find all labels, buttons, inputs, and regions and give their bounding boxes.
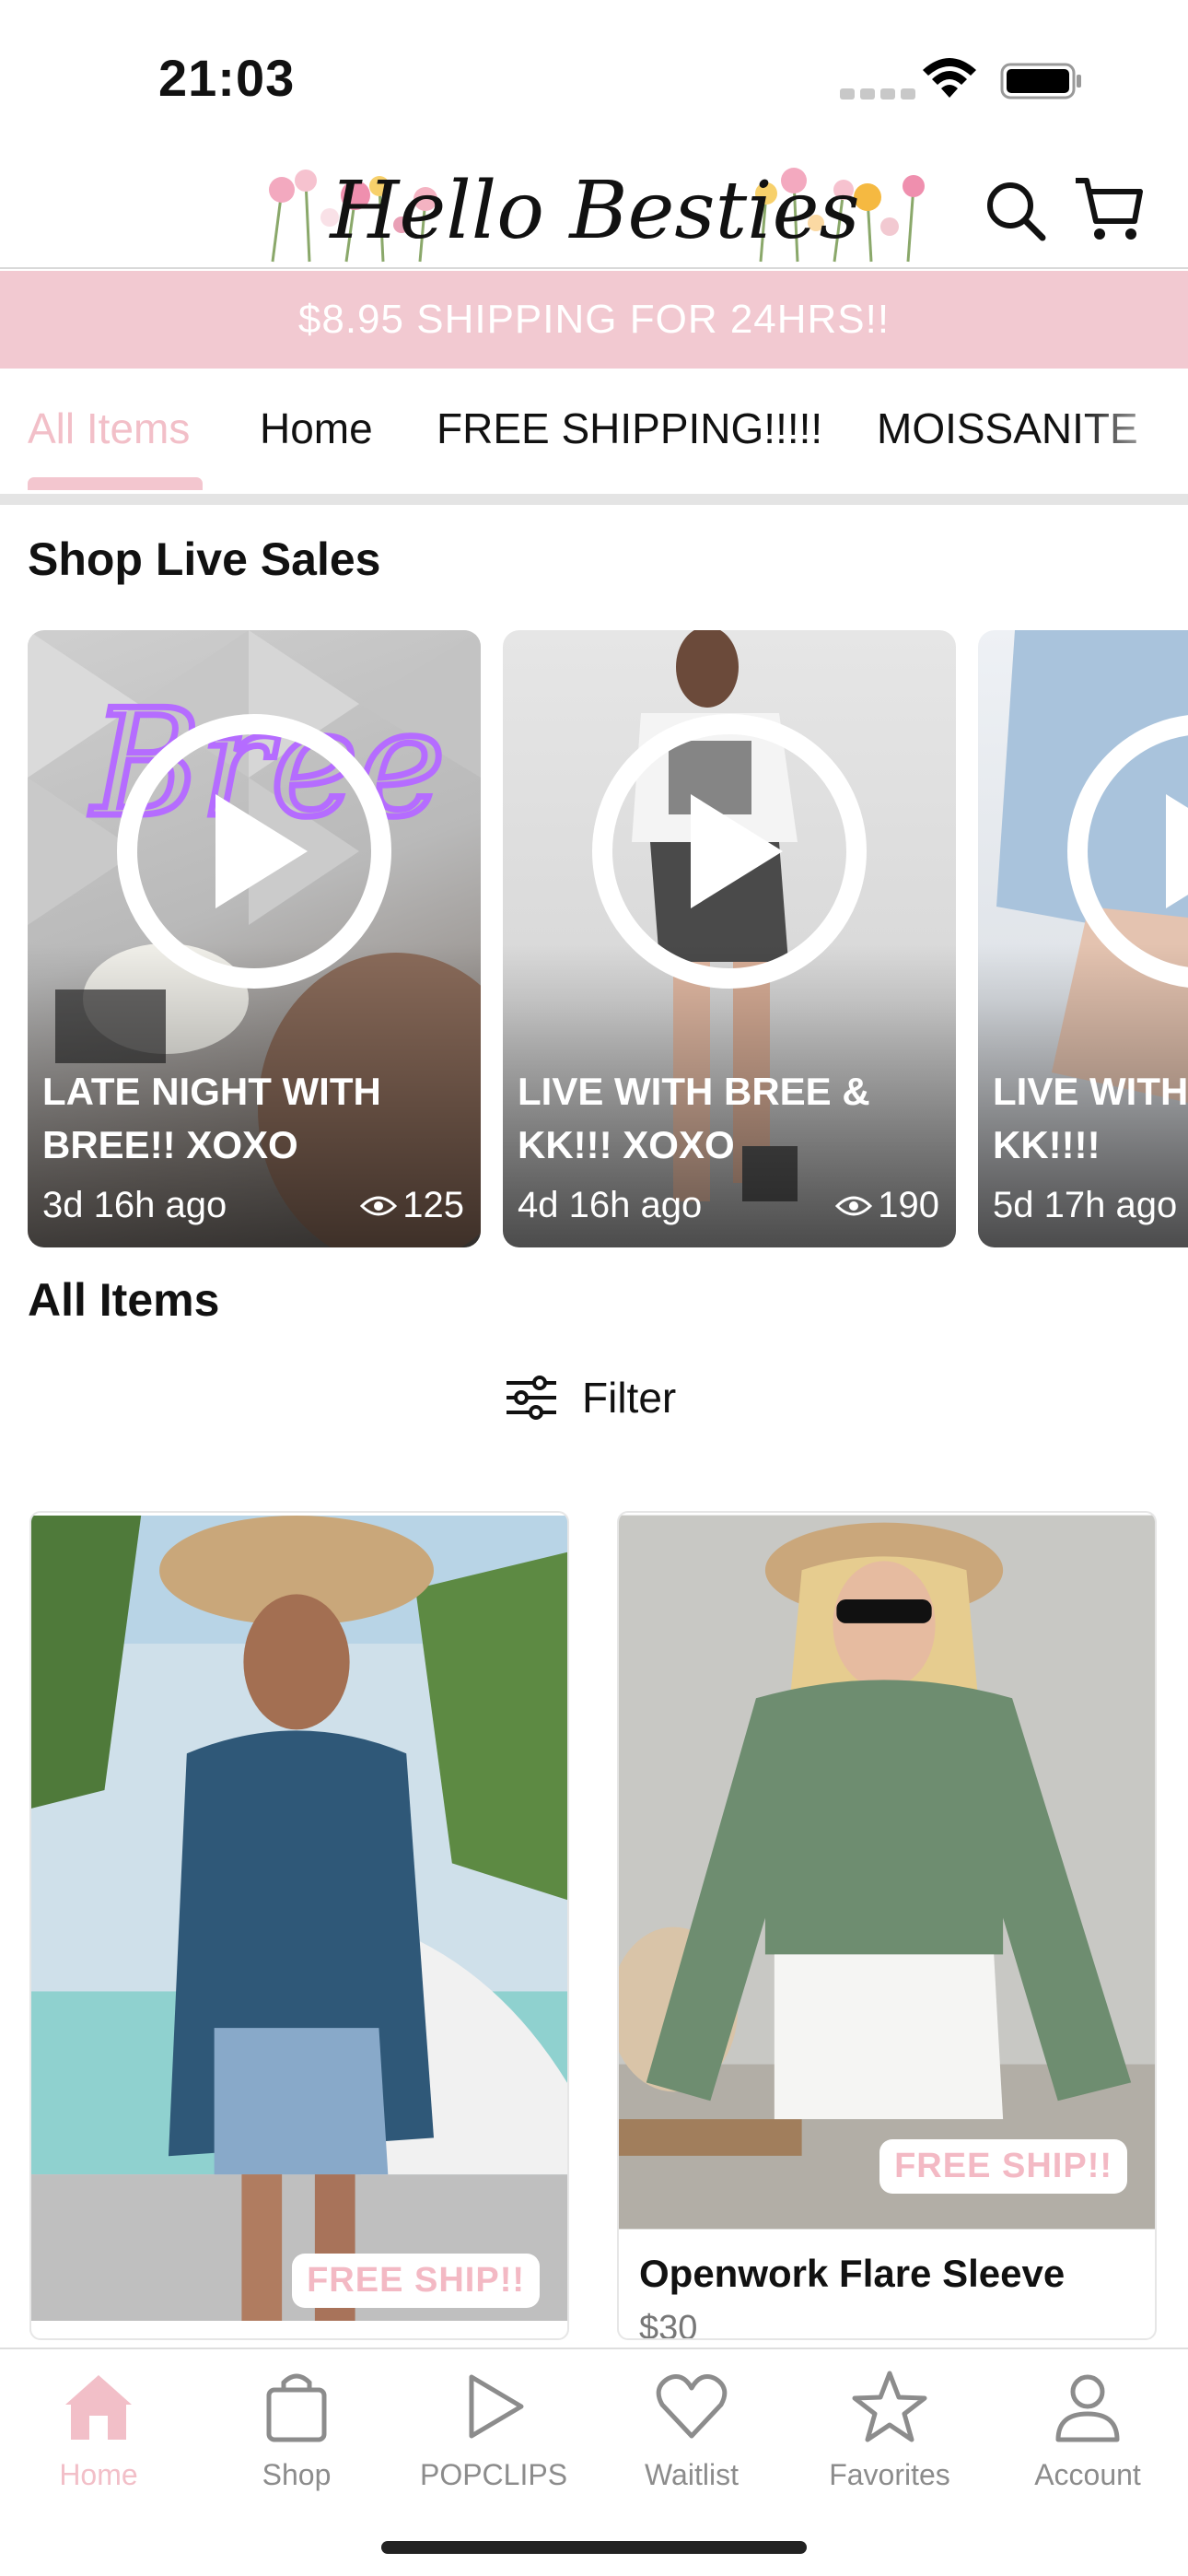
active-tab-indicator bbox=[28, 477, 203, 490]
person-icon bbox=[1055, 2374, 1120, 2442]
nav-label: POPCLIPS bbox=[419, 2458, 568, 2491]
live-card-title: LIVE WITH BREE & KK!!!! bbox=[993, 1070, 1188, 1166]
cart-icon[interactable] bbox=[1074, 175, 1144, 243]
status-bar: 21:03 bbox=[0, 0, 1188, 147]
filter-label: Filter bbox=[582, 1374, 677, 1422]
live-card-title: LIVE WITH BREE & KK!!! XOXO bbox=[518, 1070, 870, 1166]
free-ship-badge: FREE SHIP!! bbox=[292, 2254, 540, 2308]
product-card[interactable]: FREE SHIP!! bbox=[29, 1511, 569, 2340]
free-ship-badge: FREE SHIP!! bbox=[879, 2139, 1127, 2194]
live-card[interactable]: LIVE WITH BREE & KK!!!! 5d 17h ago bbox=[978, 630, 1188, 1247]
nav-shop[interactable]: Shop bbox=[214, 2368, 379, 2492]
shopping-bag-icon bbox=[266, 2373, 327, 2442]
live-card-time: 4d 16h ago bbox=[518, 1185, 703, 1225]
play-icon bbox=[469, 2374, 524, 2439]
tab-home[interactable]: Home bbox=[260, 404, 373, 453]
view-count: 125 bbox=[402, 1185, 464, 1225]
search-icon[interactable] bbox=[985, 181, 1046, 241]
live-section-title: Shop Live Sales bbox=[28, 533, 381, 585]
home-indicator[interactable] bbox=[381, 2541, 807, 2554]
live-card-time: 5d 17h ago bbox=[993, 1185, 1178, 1225]
nav-waitlist[interactable]: Waitlist bbox=[609, 2368, 775, 2492]
filter-button[interactable]: Filter bbox=[505, 1373, 676, 1423]
eye-icon bbox=[835, 1196, 873, 1215]
wifi-icon bbox=[923, 58, 976, 98]
cellular-signal-icon bbox=[840, 88, 915, 100]
nav-label: Home bbox=[59, 2458, 138, 2491]
heart-icon bbox=[656, 2374, 728, 2439]
product-price: $30 bbox=[639, 2309, 698, 2340]
product-card[interactable]: FREE SHIP!! Openwork Flare Sleeve $30 bbox=[617, 1511, 1157, 2340]
live-card-views: 190 bbox=[835, 1185, 939, 1226]
nav-home[interactable]: Home bbox=[16, 2368, 181, 2492]
star-icon bbox=[852, 2371, 927, 2442]
nav-popclips[interactable]: POPCLIPS bbox=[411, 2368, 577, 2492]
battery-icon bbox=[1000, 63, 1081, 100]
nav-account[interactable]: Account bbox=[1005, 2368, 1171, 2492]
nav-label: Favorites bbox=[829, 2458, 950, 2491]
live-card[interactable]: LIVE WITH BREE & KK!!! XOXO 4d 16h ago 1… bbox=[503, 630, 956, 1247]
nav-label: Shop bbox=[262, 2458, 332, 2491]
nav-favorites[interactable]: Favorites bbox=[807, 2368, 973, 2492]
eye-icon bbox=[360, 1196, 398, 1215]
play-icon[interactable] bbox=[116, 713, 392, 989]
product-image bbox=[619, 1515, 1155, 2230]
tabs-fade bbox=[1077, 369, 1188, 494]
promo-banner[interactable]: $8.95 SHIPPING FOR 24HRS!! bbox=[0, 271, 1188, 369]
sliders-icon bbox=[507, 1376, 556, 1420]
promo-text: $8.95 SHIPPING FOR 24HRS!! bbox=[297, 297, 891, 342]
live-sales-carousel: Bree LATE NIGHT WITH BREE!! XOXO 3d 16h … bbox=[0, 630, 1188, 1247]
category-tabs: All Items Home FREE SHIPPING!!!!! MOISSA… bbox=[0, 369, 1188, 494]
live-card-views: 125 bbox=[360, 1185, 464, 1226]
nav-label: Waitlist bbox=[645, 2458, 739, 2491]
product-image bbox=[31, 1516, 567, 2321]
tab-free-shipping[interactable]: FREE SHIPPING!!!!! bbox=[437, 404, 822, 453]
all-items-title: All Items bbox=[28, 1274, 220, 1326]
live-card-title: LATE NIGHT WITH BREE!! XOXO bbox=[42, 1070, 381, 1166]
live-card-time: 3d 16h ago bbox=[42, 1185, 227, 1225]
view-count: 190 bbox=[878, 1185, 939, 1225]
logo-text: Hello Besties bbox=[328, 165, 859, 257]
tabs-divider bbox=[0, 494, 1188, 505]
app-header: Hello Besties bbox=[0, 147, 1188, 269]
status-time: 21:03 bbox=[158, 49, 296, 107]
nav-label: Account bbox=[1034, 2458, 1141, 2491]
brand-logo[interactable]: Hello Besties bbox=[245, 153, 943, 265]
home-icon bbox=[65, 2375, 132, 2440]
play-icon[interactable] bbox=[1066, 713, 1188, 989]
tab-all-items[interactable]: All Items bbox=[28, 404, 190, 453]
product-name: Openwork Flare Sleeve bbox=[639, 2252, 1066, 2295]
live-card[interactable]: Bree LATE NIGHT WITH BREE!! XOXO 3d 16h … bbox=[28, 630, 481, 1247]
play-icon[interactable] bbox=[591, 713, 868, 989]
